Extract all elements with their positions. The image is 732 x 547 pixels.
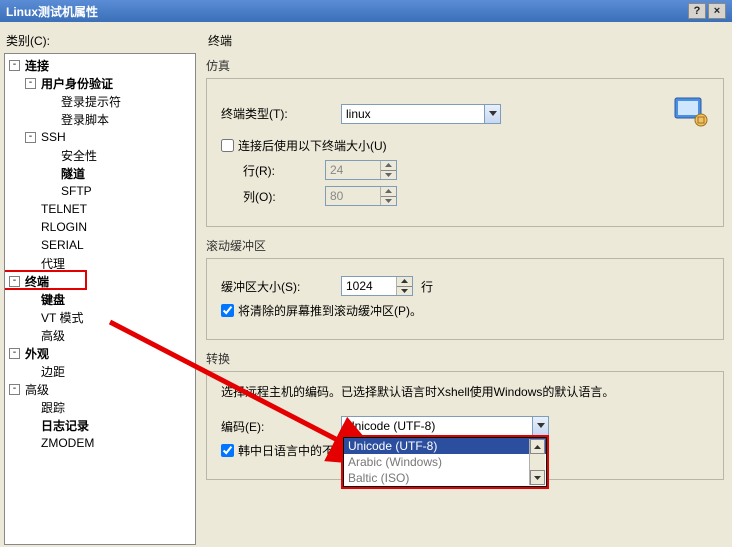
spin-up-icon — [381, 187, 396, 196]
encoding-option[interactable]: Unicode (UTF-8) — [344, 438, 546, 454]
cols-spinner: 80 — [325, 186, 397, 206]
cols-label: 列(O): — [243, 188, 325, 205]
tree-item-login-prompt[interactable]: 登录提示符 — [5, 92, 195, 110]
tree-item-sftp[interactable]: SFTP — [5, 182, 195, 200]
collapse-icon[interactable]: - — [9, 60, 20, 71]
tree-item-zmodem[interactable]: ZMODEM — [5, 434, 195, 452]
settings-panel: 终端 仿真 终端类型(T): linux 连接后使用以下终端大小(U) — [200, 22, 732, 547]
encoding-option[interactable]: Arabic (Windows) — [344, 454, 546, 470]
terminal-type-combo[interactable]: linux — [341, 104, 501, 124]
close-button[interactable]: × — [708, 3, 726, 19]
tree-item-telnet[interactable]: TELNET — [5, 200, 195, 218]
scrollback-group: 滚动缓冲区 缓冲区大小(S): 1024 行 将清除的屏幕推到滚动缓冲区(P)。 — [206, 237, 724, 340]
chevron-down-icon[interactable] — [532, 417, 548, 435]
spin-down-icon[interactable] — [397, 286, 412, 296]
chevron-down-icon[interactable] — [484, 105, 500, 123]
title-bar: Linux测试机属性 ? × — [0, 0, 732, 22]
panel-title: 终端 — [208, 32, 724, 49]
spin-up-icon[interactable] — [397, 277, 412, 286]
spin-up-icon — [381, 161, 396, 170]
scroll-down-icon[interactable] — [530, 470, 545, 485]
collapse-icon[interactable]: - — [9, 348, 20, 359]
tree-item-login-script[interactable]: 登录脚本 — [5, 110, 195, 128]
tree-item-trace[interactable]: 跟踪 — [5, 398, 195, 416]
help-button[interactable]: ? — [688, 3, 706, 19]
scroll-up-icon[interactable] — [530, 439, 545, 454]
tree-item-appearance[interactable]: -外观 — [5, 344, 195, 362]
collapse-icon[interactable]: - — [9, 384, 20, 395]
tree-item-ssh[interactable]: -SSH — [5, 128, 195, 146]
collapse-icon[interactable]: - — [9, 276, 20, 287]
tree-item-vt-mode[interactable]: VT 模式 — [5, 308, 195, 326]
encoding-legend: 转换 — [206, 350, 724, 367]
rows-label: 行(R): — [243, 162, 325, 179]
category-label: 类别(C): — [6, 32, 194, 49]
terminal-type-label: 终端类型(T): — [221, 105, 341, 122]
encoding-option[interactable]: Baltic (ISO) — [344, 470, 546, 486]
tree-item-rlogin[interactable]: RLOGIN — [5, 218, 195, 236]
collapse-icon[interactable]: - — [25, 132, 36, 143]
category-tree[interactable]: -连接 -用户身份验证 登录提示符 登录脚本 -SSH 安全性 隧道 SFTP … — [4, 53, 196, 545]
tree-item-advanced-terminal[interactable]: 高级 — [5, 326, 195, 344]
emulation-legend: 仿真 — [206, 57, 724, 74]
tree-item-keyboard[interactable]: 键盘 — [5, 290, 195, 308]
tree-item-log[interactable]: 日志记录 — [5, 416, 195, 434]
encoding-dropdown[interactable]: Unicode (UTF-8) Arabic (Windows) Baltic … — [341, 435, 549, 489]
tree-item-auth[interactable]: -用户身份验证 — [5, 74, 195, 92]
rows-spinner: 24 — [325, 160, 397, 180]
tree-item-serial[interactable]: SERIAL — [5, 236, 195, 254]
buffer-unit: 行 — [421, 278, 433, 295]
encoding-label: 编码(E): — [221, 418, 341, 435]
category-pane: 类别(C): -连接 -用户身份验证 登录提示符 登录脚本 -SSH 安全性 隧… — [0, 22, 200, 547]
window-title: Linux测试机属性 — [6, 3, 98, 20]
spin-down-icon — [381, 170, 396, 180]
emulation-group: 仿真 终端类型(T): linux 连接后使用以下终端大小(U) — [206, 57, 724, 227]
scrollback-legend: 滚动缓冲区 — [206, 237, 724, 254]
dropdown-scrollbar[interactable] — [529, 439, 545, 485]
tree-item-tunnel[interactable]: 隧道 — [5, 164, 195, 182]
encoding-group: 转换 选择远程主机的编码。已选择默认语言时Xshell使用Windows的默认语… — [206, 350, 724, 480]
spin-down-icon — [381, 196, 396, 206]
push-scrollback-checkbox[interactable]: 将清除的屏幕推到滚动缓冲区(P)。 — [221, 302, 709, 319]
tree-item-proxy[interactable]: 代理 — [5, 254, 195, 272]
collapse-icon[interactable]: - — [25, 78, 36, 89]
encoding-description: 选择远程主机的编码。已选择默认语言时Xshell使用Windows的默认语言。 — [221, 383, 709, 402]
encoding-combo[interactable]: Unicode (UTF-8) — [341, 416, 549, 436]
use-terminal-size-checkbox[interactable]: 连接后使用以下终端大小(U) — [221, 137, 709, 154]
tree-item-connection[interactable]: -连接 — [5, 56, 195, 74]
buffer-size-spinner[interactable]: 1024 — [341, 276, 413, 296]
tree-item-terminal[interactable]: -终端 — [5, 272, 195, 290]
tree-item-margin[interactable]: 边距 — [5, 362, 195, 380]
buffer-size-label: 缓冲区大小(S): — [221, 278, 341, 295]
tree-item-security[interactable]: 安全性 — [5, 146, 195, 164]
tree-item-advanced[interactable]: -高级 — [5, 380, 195, 398]
terminal-icon — [673, 96, 709, 131]
